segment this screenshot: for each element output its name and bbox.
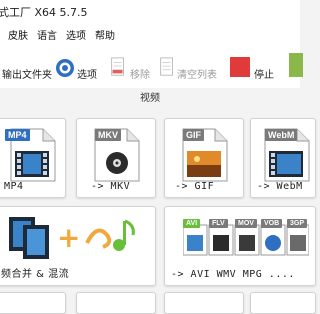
tile-avi-wmv-mpg[interactable]: AVI FLV MOV VOB 3GP -> AVI WMV MPG .... xyxy=(164,206,316,286)
menu-skin[interactable]: 皮肤 xyxy=(8,27,28,42)
stop-icon xyxy=(230,57,250,77)
webm-badge: WebM xyxy=(265,129,298,141)
remove-label: 移除 xyxy=(130,70,150,81)
tile-partial-3[interactable] xyxy=(164,292,244,314)
tile-partial-2[interactable] xyxy=(76,292,156,314)
title-bar: 式工厂 X64 5.7.5 xyxy=(0,0,300,23)
mov-badge: MOV xyxy=(235,219,257,228)
tile-webm[interactable]: WebM -> WebM xyxy=(250,118,316,198)
output-folder-label: 输出文件夹 xyxy=(2,70,52,81)
window-title: 式工厂 X64 5.7.5 xyxy=(0,6,88,19)
vob-badge: VOB xyxy=(261,219,283,228)
mkv-label: -> MKV xyxy=(91,181,131,192)
clear-list-label: 清空列表 xyxy=(177,70,217,81)
clear-list-button[interactable]: 清空列表 xyxy=(155,49,225,81)
menu-options[interactable]: 选项 xyxy=(66,27,86,42)
video-join-label: 频合并 & 混流 xyxy=(1,269,70,280)
flv-badge: FLV xyxy=(209,219,228,228)
options-button[interactable]: 选项 xyxy=(52,49,100,81)
tile-video-join-mux[interactable]: + 频合并 & 混流 xyxy=(0,206,156,286)
menu-bar: 皮肤 语言 选项 帮助 xyxy=(0,23,300,43)
tile-partial-1[interactable] xyxy=(0,292,66,314)
avi-badge: AVI xyxy=(183,219,201,228)
output-folder-button[interactable]: 输出文件夹 xyxy=(0,49,52,81)
gif-badge: GIF xyxy=(183,129,204,141)
3gp-badge: 3GP xyxy=(287,219,308,228)
video-section-label: 视频 xyxy=(140,93,160,104)
toolbar-extra-icon xyxy=(289,53,303,77)
options-label: 选项 xyxy=(77,70,97,81)
webm-label: -> WebM xyxy=(257,181,303,192)
remove-document-icon xyxy=(111,57,124,76)
tile-mkv[interactable]: MKV -> MKV xyxy=(76,118,156,198)
menu-help[interactable]: 帮助 xyxy=(95,27,115,42)
video-section-header[interactable]: 视频 xyxy=(0,88,300,106)
menu-language[interactable]: 语言 xyxy=(37,27,57,42)
toolbar: 输出文件夹 选项 移除 清空列表 停止 xyxy=(0,43,303,89)
tile-mp4[interactable]: MP4 MP4 xyxy=(0,118,66,198)
svg-text:+: + xyxy=(57,221,80,254)
stop-button[interactable]: 停止 xyxy=(228,49,278,81)
clear-list-icon xyxy=(160,57,173,76)
gif-label: -> GIF xyxy=(175,181,215,192)
avi-wmv-mpg-label: -> AVI WMV MPG .... xyxy=(171,269,295,280)
tile-partial-4[interactable] xyxy=(250,292,316,314)
stop-label: 停止 xyxy=(254,70,274,81)
tile-gif[interactable]: GIF -> GIF xyxy=(164,118,244,198)
video-join-icon: + xyxy=(9,217,135,259)
remove-button[interactable]: 移除 xyxy=(104,49,154,81)
mkv-badge: MKV xyxy=(95,129,121,141)
mp4-label: MP4 xyxy=(4,181,24,192)
mp4-badge: MP4 xyxy=(5,129,30,141)
options-gear-icon xyxy=(56,59,74,77)
